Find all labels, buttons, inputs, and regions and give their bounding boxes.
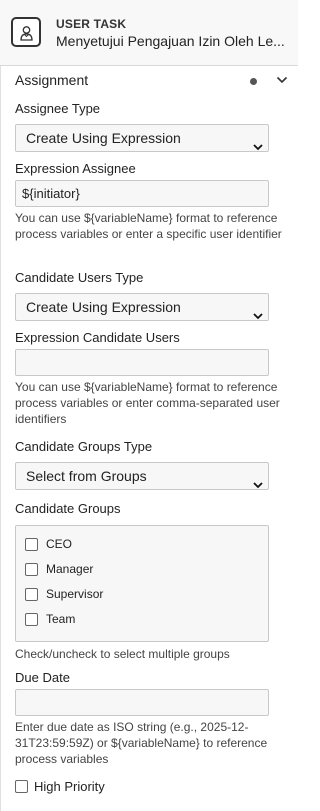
element-name: Menyetujui Pengajuan Izin Oleh Le... [56,33,285,49]
candidate-users-type-select[interactable]: Create Using Expression [15,293,269,321]
expression-assignee-input[interactable]: ${initiator} [15,180,269,207]
group-option-label: Manager [46,562,94,576]
candidate-groups-type-label: Candidate Groups Type [15,439,153,454]
checkbox[interactable] [25,538,38,551]
candidate-groups-type-select[interactable]: Select from Groups [15,462,269,490]
chevron-down-icon[interactable] [276,73,288,90]
assignee-type-select[interactable]: Create Using Expression [15,124,269,152]
due-date-help: Enter due date as ISO string (e.g., 2025… [15,720,268,766]
expression-candidate-users-label: Expression Candidate Users [15,330,180,345]
expression-assignee-label: Expression Assignee [15,161,136,176]
checkbox[interactable] [25,613,38,626]
checkbox[interactable] [25,563,38,576]
chevron-down-icon [253,134,263,160]
assignee-type-label: Assignee Type [15,101,101,116]
high-priority-checkbox[interactable] [15,780,28,793]
candidate-users-type-value: Create Using Expression [26,299,181,315]
expression-candidate-users-input[interactable] [15,349,269,376]
checkbox[interactable] [25,588,38,601]
candidate-users-type-label: Candidate Users Type [15,270,144,285]
group-option-label: Supervisor [46,587,104,601]
candidate-groups-type-value: Select from Groups [26,468,147,484]
user-task-icon [11,17,41,47]
high-priority-label: High Priority [34,779,105,794]
due-date-input[interactable] [15,689,269,716]
group-title: Assignment [15,72,89,88]
group-has-entries-indicator [250,78,257,85]
expression-candidate-users-help: You can use ${variableName} format to re… [15,380,280,426]
assignment-group-header[interactable]: Assignment [1,66,295,96]
chevron-down-icon [253,472,263,498]
element-type-label: USER TASK [56,17,127,31]
group-option-label: Team [46,612,76,626]
expression-assignee-help: You can use ${variableName} format to re… [15,211,282,241]
chevron-down-icon [253,303,263,329]
due-date-label: Due Date [15,670,70,685]
candidate-groups-list: CEO Manager Supervisor Team [15,525,269,642]
assignee-type-value: Create Using Expression [26,130,181,146]
candidate-groups-label: Candidate Groups [15,501,121,516]
properties-panel: Assignment Assignee Type Create Using Ex… [0,66,294,811]
candidate-groups-help: Check/uncheck to select multiple groups [15,647,230,661]
group-option-label: CEO [46,537,73,551]
panel-header: USER TASK Menyetujui Pengajuan Izin Oleh… [0,0,298,66]
